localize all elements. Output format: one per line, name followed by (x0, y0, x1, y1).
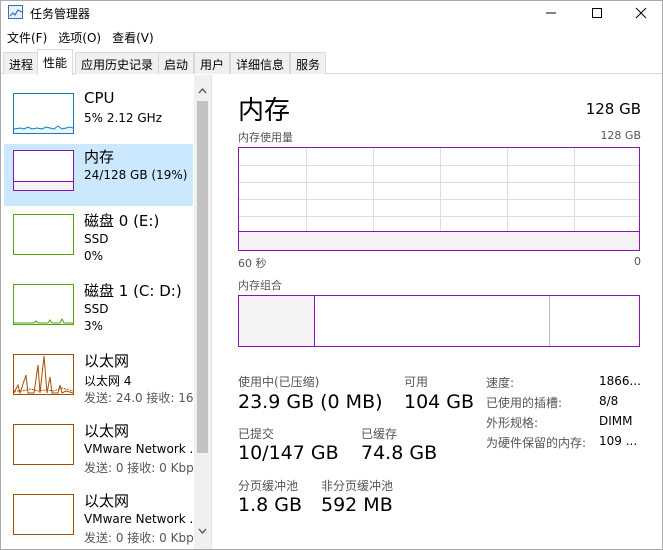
menu-options[interactable]: 选项(O) (52, 27, 106, 47)
menu-file[interactable]: 文件(F) (1, 27, 52, 47)
scroll-down-button[interactable] (194, 523, 211, 539)
available-value: 104 GB (404, 391, 475, 413)
ethernet-2-thumbnail-graph (13, 424, 74, 465)
tab-bar: 进程 性能 应用历史记录 启动 用户 详细信息 服务 (1, 49, 662, 75)
sidebar-item-title: 以太网 (84, 422, 130, 440)
cached-value: 74.8 GB (361, 442, 438, 464)
graph-time-end-label: 0 (634, 255, 641, 268)
memory-composition-label: 内存组合 (238, 279, 282, 292)
disk-1-thumbnail-graph (13, 284, 74, 325)
memory-usage-max: 128 GB (600, 129, 641, 142)
scrollbar-thumb[interactable] (197, 101, 208, 453)
tab-users[interactable]: 用户 (194, 52, 231, 74)
sidebar-item-ethernet-3[interactable]: 以太网 VMware Network ... 发送: 0 接收: 0 Kbp (4, 488, 201, 549)
menu-bar: 文件(F) 选项(O) 查看(V) (1, 27, 159, 47)
form-factor-value: DIMM (599, 414, 633, 428)
ethernet-1-thumbnail-graph (13, 354, 74, 395)
sidebar-item-detail: VMware Network ... (84, 512, 201, 526)
memory-thumbnail-graph (13, 150, 74, 191)
in-use-label: 使用中(已压缩) (238, 375, 320, 389)
sidebar-item-disk-0[interactable]: 磁盘 0 (E:) SSD 0% (4, 208, 193, 270)
committed-label: 已提交 (238, 427, 275, 441)
minimize-button[interactable] (528, 1, 574, 25)
chevron-down-icon (198, 528, 207, 535)
speed-label: 速度: (486, 376, 515, 390)
tab-details[interactable]: 详细信息 (230, 52, 291, 74)
title-bar[interactable]: 任务管理器 (1, 1, 662, 25)
in-use-value: 23.9 GB (0 MB) (238, 391, 383, 413)
sidebar-item-ethernet-1[interactable]: 以太网 以太网 4 发送: 24.0 接收: 16. (4, 348, 197, 410)
slots-used-value: 8/8 (599, 394, 619, 408)
tab-app-history[interactable]: 应用历史记录 (75, 52, 160, 74)
maximize-icon (592, 8, 602, 18)
speed-value: 1866... (599, 374, 641, 388)
sidebar-item-disk-1[interactable]: 磁盘 1 (C: D:) SSD 3% (4, 278, 193, 340)
task-manager-app-icon (8, 5, 23, 19)
sidebar-item-throughput: 发送: 24.0 接收: 16. (84, 391, 198, 405)
memory-usage-graph (238, 147, 640, 251)
graph-time-span-label: 60 秒 (238, 257, 267, 270)
tab-performance[interactable]: 性能 (37, 49, 74, 75)
sidebar-item-title: 磁盘 1 (C: D:) (84, 282, 182, 300)
paged-pool-label: 分页缓冲池 (238, 479, 299, 493)
hardware-reserved-label: 为硬件保留的内存: (486, 436, 587, 450)
sidebar-item-title: 内存 (84, 148, 115, 166)
scroll-up-button[interactable] (194, 83, 211, 99)
window-title: 任务管理器 (30, 7, 91, 21)
cached-label: 已缓存 (361, 427, 398, 441)
tab-startup[interactable]: 启动 (158, 52, 195, 74)
composition-in-use-segment (239, 296, 315, 346)
sidebar-item-detail: VMware Network ... (84, 442, 201, 456)
tab-services[interactable]: 服务 (290, 52, 327, 74)
close-icon (635, 7, 647, 19)
sidebar-item-detail: 24/128 GB (19%) (84, 168, 188, 182)
sidebar-item-title: 以太网 (84, 492, 130, 510)
nonpaged-pool-value: 592 MB (321, 494, 393, 516)
sidebar-item-usage: 3% (84, 319, 104, 333)
page-title: 内存 (238, 96, 291, 126)
tab-processes[interactable]: 进程 (3, 52, 40, 74)
close-button[interactable] (618, 1, 663, 25)
disk-0-thumbnail-graph (13, 214, 74, 255)
sidebar-item-cpu[interactable]: CPU 5% 2.12 GHz (4, 87, 193, 149)
resource-sidebar: CPU 5% 2.12 GHz 内存 24/128 GB (19%) 磁盘 0 … (1, 75, 212, 549)
sidebar-item-detail: 5% 2.12 GHz (84, 111, 163, 125)
memory-usage-label: 内存使用量 (238, 131, 293, 144)
memory-composition-bar (238, 295, 640, 347)
sidebar-item-title: CPU (84, 89, 115, 107)
available-label: 可用 (404, 375, 429, 389)
memory-detail-panel: 内存 128 GB 内存使用量 128 GB 60 秒 0 内存组合 使用中(已… (213, 75, 662, 549)
minimize-icon (546, 12, 556, 14)
hardware-reserved-value: 109 ... (599, 434, 638, 448)
sidebar-item-throughput: 发送: 0 接收: 0 Kbp (84, 531, 194, 545)
sidebar-item-throughput: 发送: 0 接收: 0 Kbp (84, 461, 194, 475)
ethernet-3-thumbnail-graph (13, 494, 74, 535)
menu-view[interactable]: 查看(V) (106, 27, 159, 47)
memory-total: 128 GB (585, 100, 641, 118)
sidebar-item-title: 磁盘 0 (E:) (84, 212, 160, 230)
slots-used-label: 已使用的插槽: (486, 396, 563, 410)
maximize-button[interactable] (574, 1, 620, 25)
form-factor-label: 外形规格: (486, 416, 539, 430)
committed-value: 10/147 GB (238, 442, 339, 464)
sidebar-item-detail: SSD (84, 302, 109, 316)
composition-standby-divider (549, 296, 550, 346)
sidebar-item-memory[interactable]: 内存 24/128 GB (19%) (4, 144, 193, 206)
sidebar-item-usage: 0% (84, 249, 104, 263)
chevron-up-icon (198, 87, 207, 94)
sidebar-item-ethernet-2[interactable]: 以太网 VMware Network ... 发送: 0 接收: 0 Kbp (4, 418, 201, 480)
sidebar-item-detail: 以太网 4 (84, 374, 132, 388)
memory-usage-fill (239, 231, 639, 250)
sidebar-item-title: 以太网 (84, 352, 130, 370)
paged-pool-value: 1.8 GB (238, 494, 303, 516)
nonpaged-pool-label: 非分页缓冲池 (321, 479, 394, 493)
cpu-thumbnail-graph (13, 93, 74, 134)
task-manager-window: 任务管理器 文件(F) 选项(O) 查看(V) 进程 性能 应用历史记录 启动 … (0, 0, 663, 550)
sidebar-item-detail: SSD (84, 232, 109, 246)
